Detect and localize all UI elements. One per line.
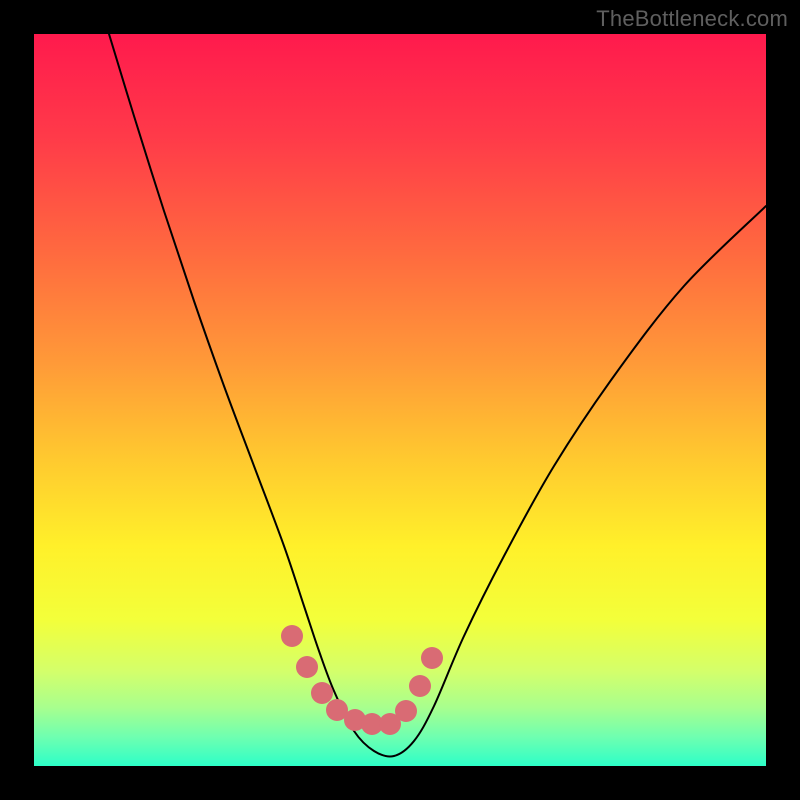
marker-dot <box>296 656 318 678</box>
marker-dot <box>421 647 443 669</box>
watermark-text: TheBottleneck.com <box>596 6 788 32</box>
chart-frame <box>34 34 766 766</box>
marker-dot <box>395 700 417 722</box>
bottleneck-curve <box>109 34 766 757</box>
marker-dot <box>409 675 431 697</box>
marker-dot <box>311 682 333 704</box>
marker-group <box>281 625 443 735</box>
chart-svg <box>34 34 766 766</box>
marker-dot <box>281 625 303 647</box>
